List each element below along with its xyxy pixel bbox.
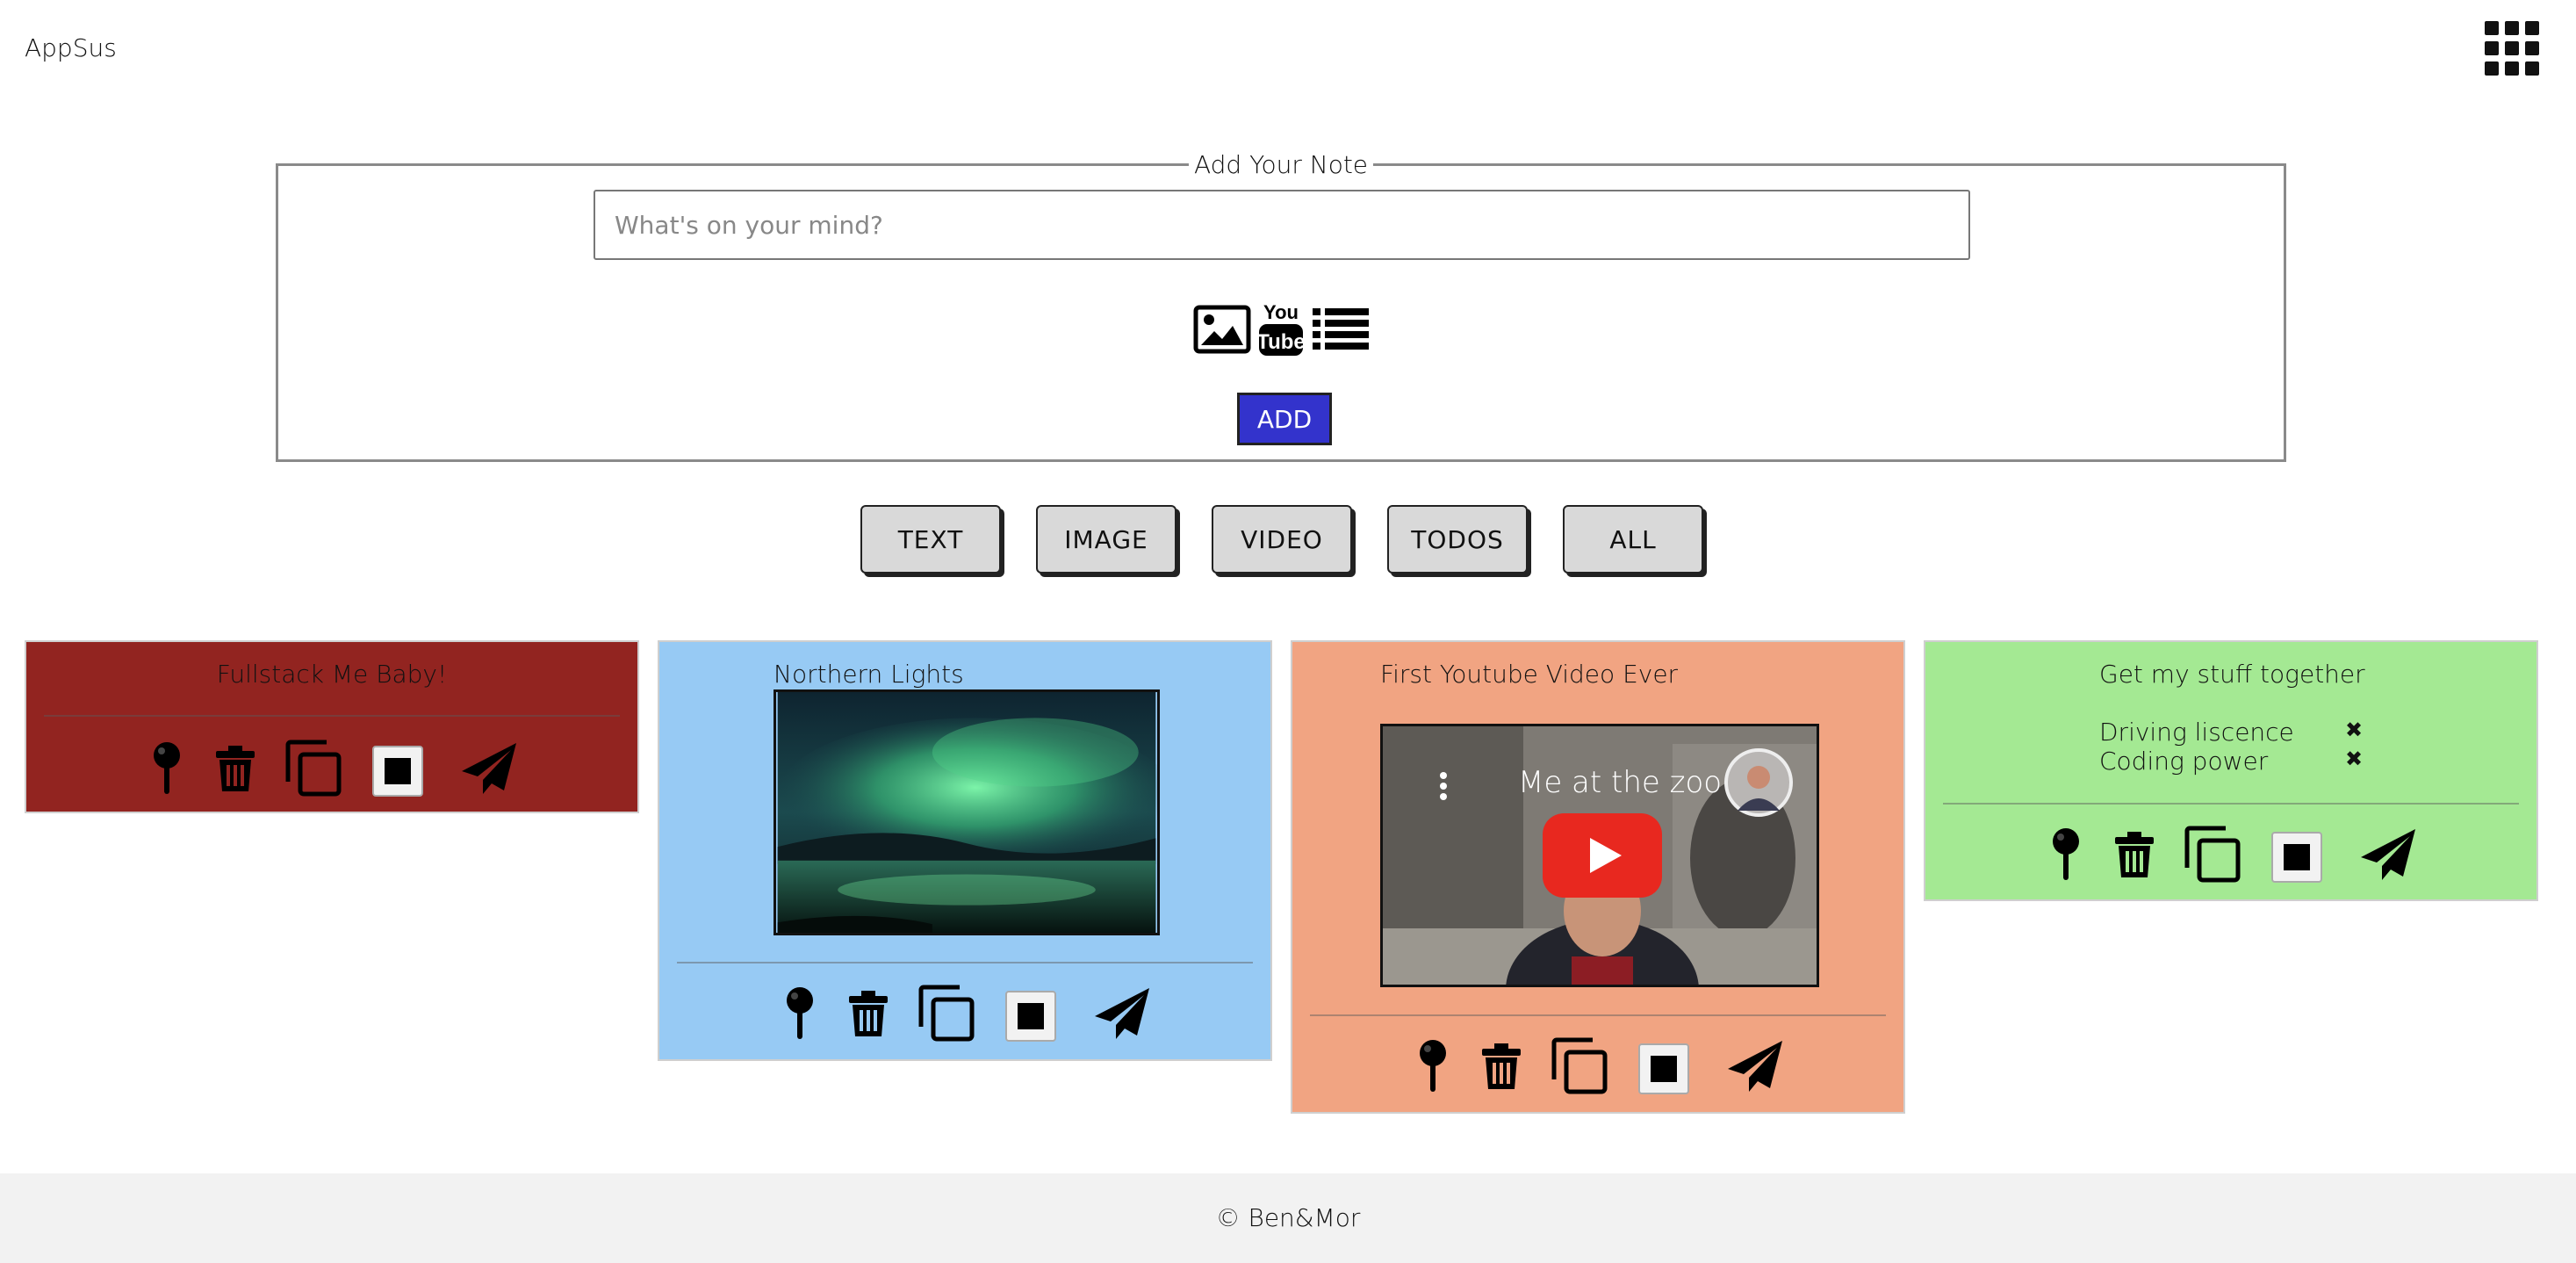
footer: © Ben&Mor: [0, 1173, 2576, 1263]
color-swatch[interactable]: [2271, 832, 2322, 883]
pin-icon[interactable]: [142, 740, 191, 797]
card-divider: [1310, 1014, 1886, 1016]
grid-icon[interactable]: [2485, 21, 2539, 76]
app-header: AppSus: [0, 0, 2576, 97]
note-card-image[interactable]: Northern Lights: [658, 640, 1272, 1061]
color-swatch[interactable]: [1638, 1043, 1689, 1094]
note-title: Northern Lights: [774, 660, 964, 689]
todo-item[interactable]: Coding power: [2099, 747, 2268, 776]
pin-icon[interactable]: [1408, 1038, 1457, 1094]
svg-text:You: You: [1263, 301, 1299, 323]
note-title: Get my stuff together: [2099, 660, 2365, 689]
send-icon[interactable]: [1724, 1038, 1786, 1094]
filter-video-button[interactable]: VIDEO: [1212, 505, 1352, 574]
send-icon[interactable]: [2357, 826, 2419, 883]
note-input[interactable]: [594, 190, 1970, 260]
note-type-icons: You Tube: [1193, 300, 1378, 357]
image-icon[interactable]: [1193, 305, 1251, 354]
note-card-video[interactable]: First Youtube Video Ever Me at the zoo: [1291, 640, 1905, 1114]
trash-icon[interactable]: [844, 985, 893, 1042]
note-actions: [1408, 1037, 1795, 1094]
card-divider: [677, 962, 1253, 963]
play-icon[interactable]: [1543, 813, 1662, 898]
pin-icon[interactable]: [775, 985, 824, 1042]
filter-all-button[interactable]: ALL: [1563, 505, 1703, 574]
more-options-icon[interactable]: [1439, 772, 1448, 800]
color-swatch[interactable]: [1005, 991, 1056, 1042]
filter-todos-button[interactable]: TODOS: [1387, 505, 1528, 574]
form-legend: Add Your Note: [1188, 150, 1374, 179]
color-swatch[interactable]: [372, 746, 423, 797]
trash-icon[interactable]: [2110, 826, 2159, 883]
card-divider: [1943, 803, 2519, 805]
trash-icon[interactable]: [1477, 1038, 1526, 1094]
note-title: First Youtube Video Ever: [1380, 660, 1679, 689]
pin-icon[interactable]: [2041, 826, 2090, 883]
remove-todo-icon[interactable]: ✖: [2345, 718, 2363, 742]
remove-todo-icon[interactable]: ✖: [2345, 747, 2363, 771]
filter-text-button[interactable]: TEXT: [860, 505, 1001, 574]
app-logo[interactable]: AppSus: [25, 33, 117, 62]
copy-icon[interactable]: [1549, 1037, 1610, 1094]
svg-text:Tube: Tube: [1258, 330, 1304, 354]
note-card-text[interactable]: Fullstack Me Baby!: [25, 640, 639, 813]
copy-icon[interactable]: [283, 740, 344, 797]
video-player[interactable]: Me at the zoo: [1380, 724, 1819, 987]
note-card-todos[interactable]: Get my stuff together Driving liscence ✖…: [1924, 640, 2538, 901]
note-actions: [775, 985, 1162, 1042]
video-title[interactable]: Me at the zoo: [1518, 765, 1722, 800]
add-note-form: Add Your Note You Tube ADD: [276, 150, 2286, 462]
copy-icon[interactable]: [2182, 826, 2243, 883]
note-actions: [142, 740, 529, 797]
trash-icon[interactable]: [211, 740, 260, 797]
channel-avatar[interactable]: [1723, 747, 1794, 818]
youtube-icon[interactable]: You Tube: [1258, 300, 1304, 357]
filter-image-button[interactable]: IMAGE: [1036, 505, 1176, 574]
note-title: Fullstack Me Baby!: [216, 660, 448, 689]
copy-icon[interactable]: [916, 985, 977, 1042]
send-icon[interactable]: [458, 740, 520, 797]
list-icon[interactable]: [1313, 307, 1369, 352]
note-image: [774, 689, 1160, 935]
send-icon[interactable]: [1091, 985, 1153, 1042]
footer-copyright: © Ben&Mor: [1215, 1203, 1361, 1232]
card-divider: [44, 715, 620, 717]
note-actions: [2041, 826, 2428, 883]
add-button[interactable]: ADD: [1237, 393, 1332, 445]
todo-item[interactable]: Driving liscence: [2099, 718, 2294, 747]
